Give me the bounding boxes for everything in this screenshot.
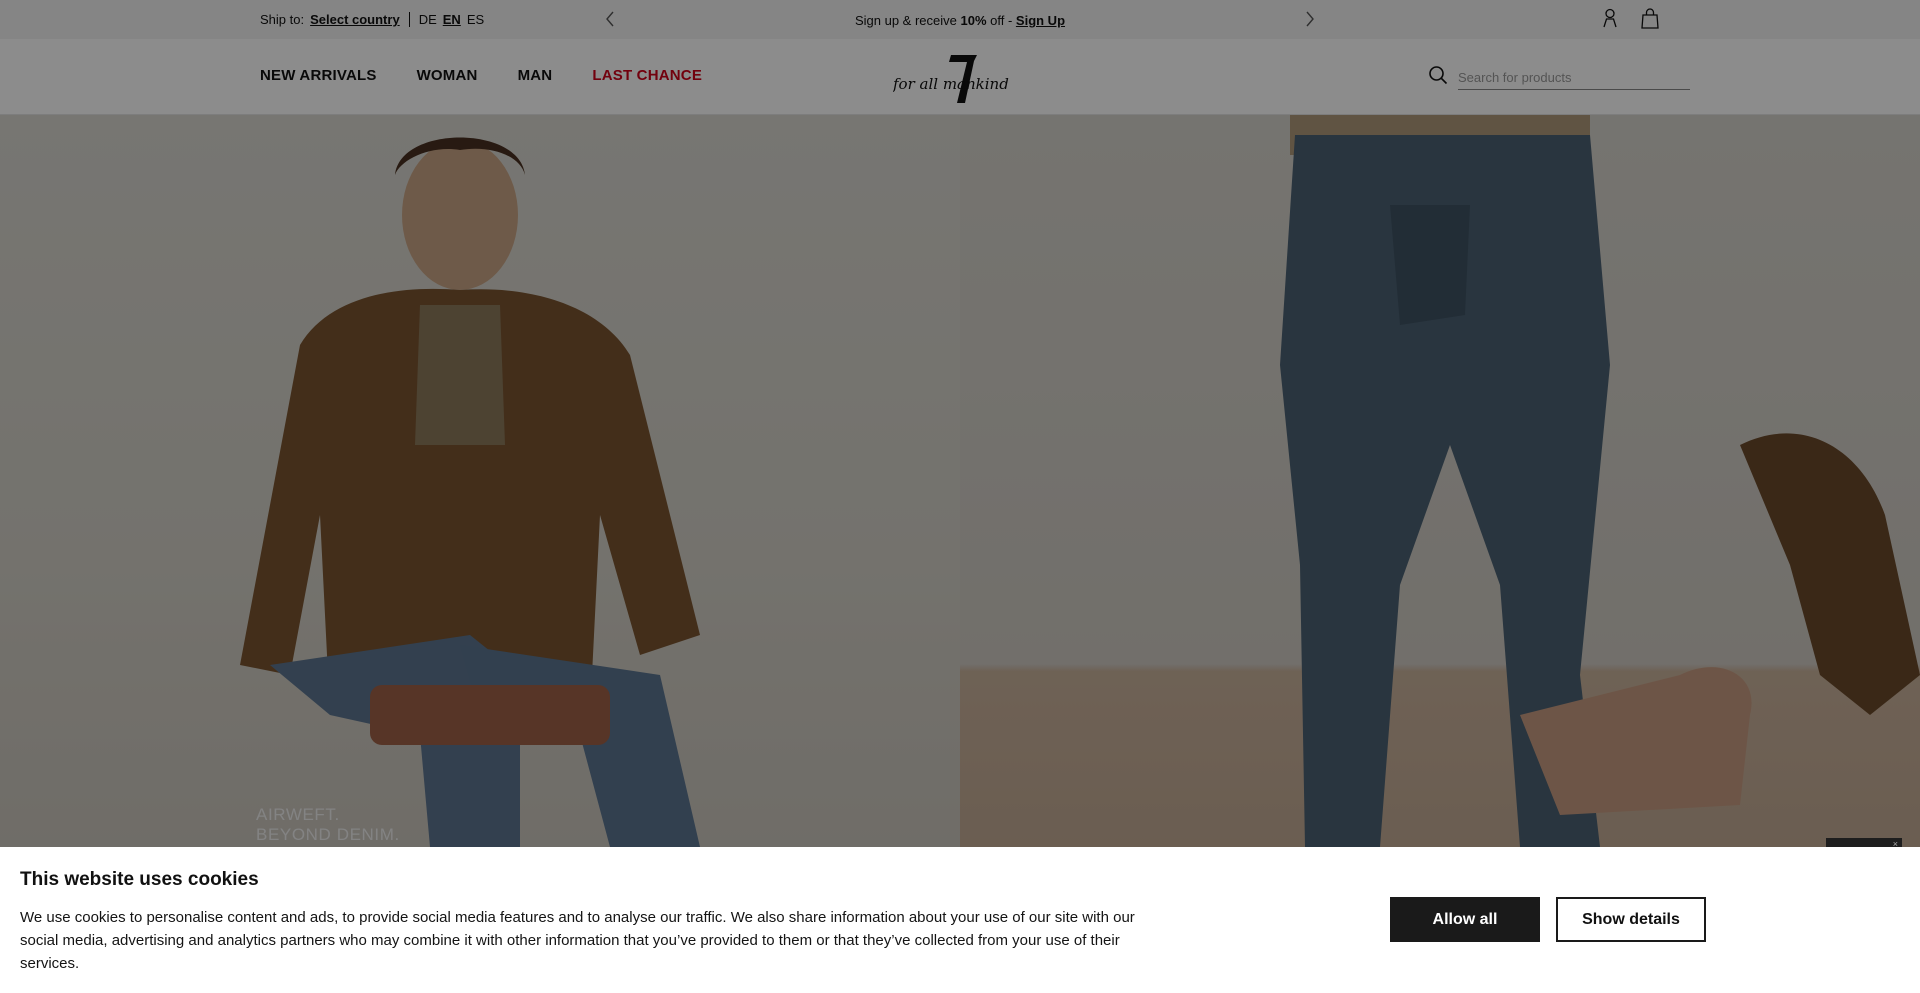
cookie-title: This website uses cookies [20,869,259,890]
cookie-description: We use cookies to personalise content an… [20,909,1135,972]
allow-all-button[interactable]: Allow all [1390,897,1540,942]
modal-backdrop [0,0,1920,847]
show-details-button[interactable]: Show details [1556,897,1706,942]
cookie-banner: This website uses cookies We use cookies… [0,847,1920,993]
